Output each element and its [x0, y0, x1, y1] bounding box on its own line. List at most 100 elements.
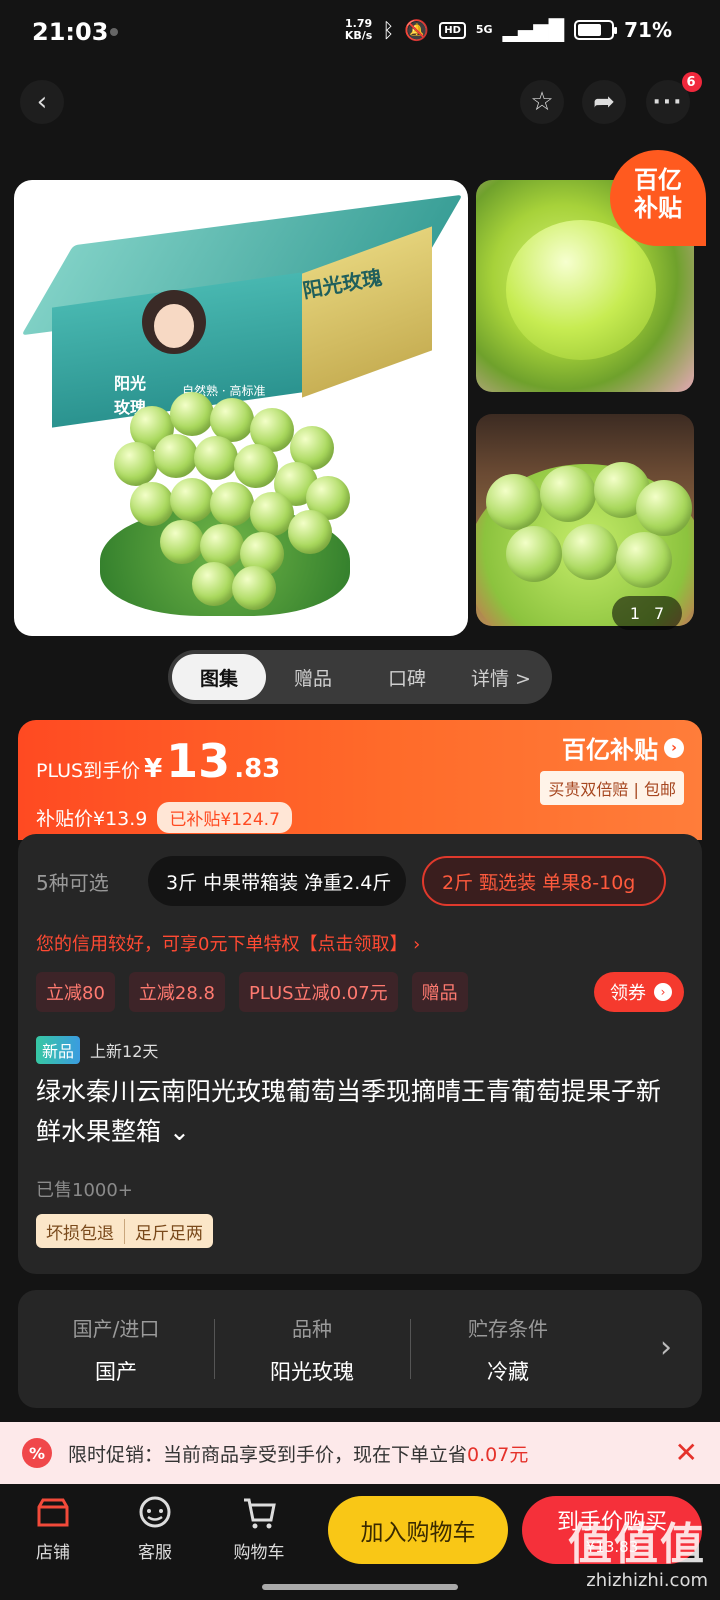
coupon-label: 领券 [610, 983, 646, 1004]
gallery-tabs: 图集 赠品 口碑 详情 > [168, 650, 552, 704]
subsidy-brand-title-text: 百亿补贴 [562, 736, 658, 764]
sku-selector: 5种可选 3斤 中果带箱装 净重2.4斤 2斤 甄选装 单果8-10g [36, 856, 666, 906]
status-time: 21:03 [32, 18, 109, 46]
bluetooth-icon: ᛒ [382, 18, 395, 42]
chevron-right-icon[interactable]: › [660, 1330, 672, 1365]
sku-count: 5种可选 [36, 870, 109, 895]
tab-reviews[interactable]: 口碑 [360, 654, 454, 700]
discount-icon: % [22, 1438, 52, 1468]
signal-icon: ▂▄▆█ [502, 18, 565, 42]
notification-dot [110, 28, 118, 36]
image-counter-current: 1 [629, 603, 640, 623]
attribute-item: 国产/进口 国产 [18, 1313, 214, 1386]
add-to-cart-button[interactable]: 加入购物车 [328, 1496, 508, 1564]
product-info-card: 5种可选 3斤 中果带箱装 净重2.4斤 2斤 甄选装 单果8-10g 您的信用… [18, 834, 702, 1274]
promo-tag[interactable]: 立减28.8 [128, 972, 225, 1012]
watermark-url: zhizhizhi.com [586, 1570, 708, 1591]
service-tag: 坏损包退 [46, 1223, 114, 1244]
banner-text-highlight: 0.07元 [467, 1443, 529, 1466]
sku-option-1[interactable]: 3斤 中果带箱装 净重2.4斤 [148, 856, 406, 906]
plus-price-row: PLUS到手价 ¥ 13 .83 [36, 734, 280, 788]
promo-row: 立减80 立减28.8 PLUS立减0.07元 赠品 领券 › [36, 972, 684, 1012]
thumbnail-image-2[interactable] [476, 414, 694, 626]
home-indicator[interactable] [262, 1584, 458, 1590]
attribute-key: 品种 [292, 1316, 332, 1341]
watermark-logo: 值值值 [568, 1519, 706, 1570]
price-decimal: .83 [234, 754, 281, 784]
chat-icon [120, 1492, 190, 1534]
box-mascot [142, 290, 206, 354]
close-icon[interactable]: ✕ [675, 1436, 698, 1469]
share-icon: ➦ [593, 87, 615, 117]
back-button[interactable]: ‹ [20, 80, 64, 124]
tab-gifts[interactable]: 赠品 [266, 654, 360, 700]
top-nav: ‹ ☆ ➦ ··· 6 [0, 72, 720, 132]
attribute-item: 品种 阳光玫瑰 [214, 1313, 410, 1386]
sold-count: 已售1000+ [36, 1180, 133, 1201]
image-counter: 1 7 [612, 596, 682, 630]
battery-icon [574, 20, 618, 40]
sku-option-2[interactable]: 2斤 甄选装 单果8-10g [422, 856, 666, 906]
net-speed: 1.79 KB/s [345, 18, 372, 42]
get-coupon-button[interactable]: 领券 › [594, 972, 684, 1012]
shop-button[interactable]: 店铺 [18, 1492, 88, 1563]
hd-icon: HD [439, 21, 466, 39]
chevron-right-icon: › [664, 737, 684, 758]
favorite-button[interactable]: ☆ [520, 80, 564, 124]
attribute-value: 阳光玫瑰 [270, 1359, 354, 1384]
banner-text-prefix: 限时促销：当前商品享受到手价，现在下单立省 [68, 1443, 468, 1466]
price-integer: 13 [166, 734, 231, 788]
subsidy-row: 补贴价¥13.9 已补贴¥124.7 [36, 802, 292, 833]
currency-symbol: ¥ [144, 754, 163, 784]
more-button[interactable]: ··· 6 [646, 72, 702, 124]
attribute-value: 国产 [95, 1359, 137, 1384]
grape-bunch [100, 386, 360, 616]
attribute-value: 冷藏 [487, 1359, 529, 1384]
product-title[interactable]: 绿水秦川云南阳光玫瑰葡萄当季现摘晴王青葡萄提果子新鲜水果整箱 ⌄ [36, 1072, 684, 1152]
star-icon: ☆ [530, 87, 554, 117]
main-product-image[interactable]: 阳光玫瑰 阳光 玫瑰 自然熟 · 高标准 [14, 180, 468, 636]
new-arrival-row: 新品 上新12天 [36, 1036, 158, 1064]
subsidy-brand[interactable]: 百亿补贴 › 买贵双倍赔 | 包邮 [520, 730, 684, 805]
service-tags[interactable]: 坏损包退 足斤足两 [36, 1214, 213, 1248]
mute-icon: 🔕 [404, 18, 430, 42]
limited-promo-banner[interactable]: % 限时促销：当前商品享受到手价，现在下单立省0.07元 ✕ [0, 1422, 720, 1484]
promo-tag[interactable]: 赠品 [411, 972, 468, 1012]
more-dots-icon: ··· [652, 89, 684, 115]
cart-icon [224, 1492, 294, 1534]
subsidy-brand-desc: 买贵双倍赔 | 包邮 [540, 771, 684, 805]
status-icons: 1.79 KB/s ᛒ 🔕 HD 5G ▂▄▆█ 71% [345, 18, 672, 43]
credit-privilege-link[interactable]: 您的信用较好，可享0元下单特权【点击领取】 › [36, 930, 420, 956]
shop-icon [18, 1492, 88, 1534]
attributes-card[interactable]: 国产/进口 国产 品种 阳光玫瑰 贮存条件 冷藏 › [18, 1290, 702, 1408]
cart-button[interactable]: 购物车 [224, 1492, 294, 1563]
net-speed-unit: KB/s [344, 29, 373, 42]
battery-fill [578, 24, 601, 36]
battery-percent: 71% [624, 18, 672, 42]
network-type: 5G [475, 23, 493, 36]
grape-closeup [506, 220, 656, 360]
subsidy-price: 补贴价¥13.9 [36, 808, 148, 830]
subsidy-brand-title: 百亿补贴 › [562, 730, 684, 765]
chevron-right-icon: › [654, 983, 672, 1001]
status-bar: 21:03 1.79 KB/s ᛒ 🔕 HD 5G ▂▄▆█ 71% [0, 0, 720, 64]
attribute-item: 贮存条件 冷藏 [410, 1313, 606, 1386]
more-badge: 6 [682, 72, 702, 92]
chevron-left-icon: ‹ [36, 87, 48, 117]
attribute-key: 国产/进口 [72, 1316, 160, 1341]
subsidy-corner-text: 百亿 补贴 [634, 166, 682, 222]
price-card: PLUS到手价 ¥ 13 .83 补贴价¥13.9 已补贴¥124.7 百亿补贴… [18, 720, 702, 840]
new-days: 上新12天 [90, 1042, 159, 1061]
tab-details[interactable]: 详情 > [454, 654, 548, 700]
cart-label: 购物车 [233, 1543, 285, 1563]
customer-service-button[interactable]: 客服 [120, 1492, 190, 1563]
subsidy-amount: 已补贴¥124.7 [157, 802, 292, 833]
promo-tag[interactable]: 立减80 [36, 972, 115, 1012]
service-label: 客服 [138, 1543, 172, 1563]
service-tag: 足斤足两 [124, 1218, 213, 1244]
promo-tag[interactable]: PLUS立减0.07元 [238, 972, 398, 1012]
attribute-key: 贮存条件 [468, 1316, 548, 1341]
banner-text: 限时促销：当前商品享受到手价，现在下单立省0.07元 [68, 1440, 528, 1467]
share-button[interactable]: ➦ [582, 80, 626, 124]
tab-gallery[interactable]: 图集 [172, 654, 266, 700]
